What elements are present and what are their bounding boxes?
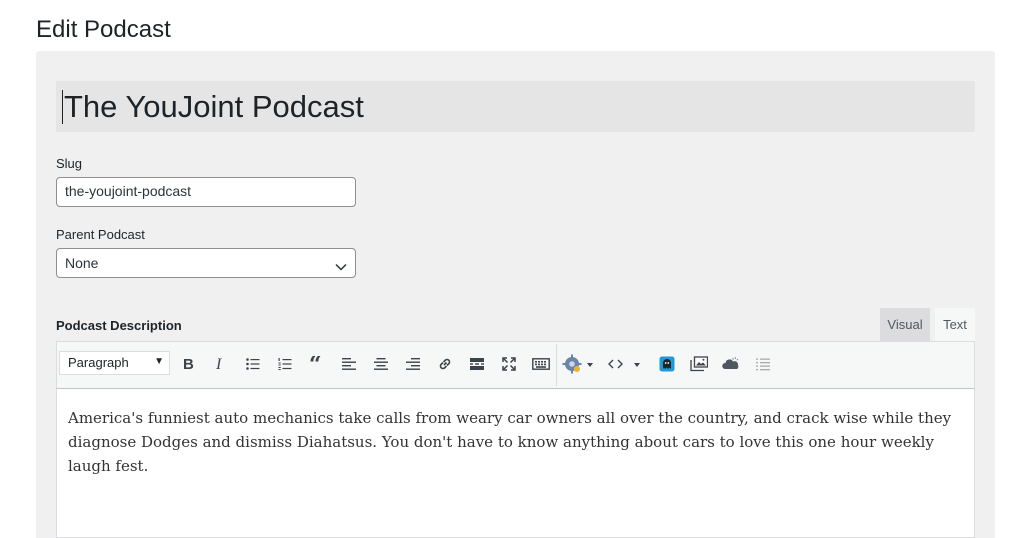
slug-input[interactable]: the-youjoint-podcast [56, 177, 356, 207]
toolbar-separator [556, 344, 557, 386]
bold-icon[interactable]: B [177, 353, 199, 375]
ghost-icon[interactable] [656, 353, 678, 375]
italic-icon[interactable]: I [209, 353, 231, 375]
blockquote-icon[interactable]: “ [306, 353, 328, 375]
podcast-description-label: Podcast Description [56, 318, 182, 333]
align-left-icon[interactable] [338, 353, 360, 375]
bullet-list-icon[interactable] [242, 353, 264, 375]
fullscreen-icon[interactable] [498, 353, 520, 375]
parent-podcast-select[interactable]: None [56, 248, 356, 278]
align-center-icon[interactable] [370, 353, 392, 375]
list-icon[interactable] [752, 353, 774, 375]
editor-toolbar: Paragraph ▼ B I “ [56, 341, 975, 389]
code-icon[interactable] [607, 353, 643, 375]
link-icon[interactable] [434, 353, 456, 375]
read-more-icon[interactable] [466, 353, 488, 375]
shortcode-gear-icon[interactable] [561, 353, 595, 375]
svg-text:I: I [215, 356, 222, 372]
cloud-icon[interactable] [720, 353, 742, 375]
svg-text:“: “ [309, 356, 322, 372]
tab-text[interactable]: Text [935, 308, 975, 341]
slug-label: Slug [56, 156, 83, 171]
keyboard-icon[interactable] [530, 353, 552, 375]
page-title: Edit Podcast [36, 16, 171, 43]
edit-panel: The YouJoint Podcast Slug the-youjoint-p… [36, 51, 995, 538]
description-editor[interactable]: America's funniest auto mechanics take c… [56, 389, 975, 538]
format-select[interactable]: Paragraph ▼ [59, 351, 170, 375]
format-select-value: Paragraph [68, 355, 129, 370]
tab-visual[interactable]: Visual [880, 308, 930, 341]
description-content: America's funniest auto mechanics take c… [68, 409, 952, 475]
post-title-value: The YouJoint Podcast [64, 89, 364, 124]
gallery-icon[interactable] [688, 353, 710, 375]
dropdown-arrow-icon: ▼ [154, 356, 164, 367]
numbered-list-icon[interactable] [274, 353, 296, 375]
parent-podcast-value: None [65, 255, 99, 271]
parent-podcast-label: Parent Podcast [56, 227, 145, 242]
align-right-icon[interactable] [402, 353, 424, 375]
svg-text:B: B [183, 356, 194, 372]
post-title-input[interactable]: The YouJoint Podcast [56, 81, 975, 132]
chevron-down-icon [335, 258, 347, 274]
text-caret [62, 90, 63, 124]
